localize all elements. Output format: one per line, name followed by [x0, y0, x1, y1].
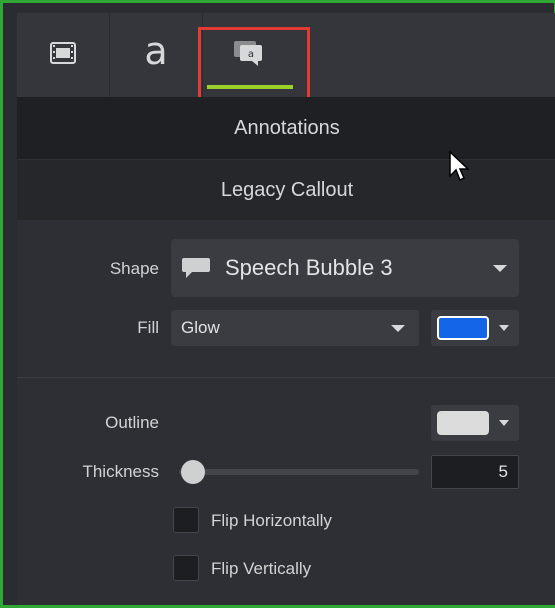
fill-color-swatch — [437, 316, 489, 340]
fill-dropdown[interactable]: Glow — [171, 310, 419, 346]
outline-label: Outline — [105, 413, 159, 432]
shape-dropdown[interactable]: Speech Bubble 3 — [171, 239, 519, 297]
speech-bubble-icon: a — [232, 39, 266, 72]
tab-bar: a a — [17, 13, 555, 97]
letter-a-icon: a — [144, 29, 168, 73]
fill-label: Fill — [137, 318, 159, 337]
shape-value: Speech Bubble 3 — [225, 255, 393, 280]
tab-callout[interactable]: a — [203, 13, 295, 97]
window-frame: a a Annotations Legacy Callout Shape Spe… — [0, 0, 555, 608]
thickness-slider-thumb[interactable] — [181, 460, 205, 484]
annotations-label: Annotations — [234, 116, 340, 139]
mouse-pointer-icon — [449, 150, 471, 188]
legacy-callout-label: Legacy Callout — [220, 178, 354, 201]
speech-bubble-shape-icon — [181, 257, 211, 279]
tab-media[interactable] — [17, 13, 110, 97]
section-divider — [17, 377, 555, 378]
outline-color-button[interactable] — [431, 405, 519, 441]
chevron-down-icon — [499, 325, 509, 331]
flip-vertically-checkbox[interactable] — [173, 555, 199, 581]
tab-text[interactable]: a — [110, 13, 203, 97]
flip-horizontally-label[interactable]: Flip Horizontally — [211, 511, 332, 531]
outline-color-swatch — [437, 411, 489, 435]
chevron-down-icon — [493, 265, 507, 272]
selected-tab-indicator — [207, 85, 293, 89]
thickness-input[interactable]: 5 — [431, 455, 519, 489]
svg-text:a: a — [248, 49, 254, 60]
shape-label: Shape — [109, 259, 159, 278]
legacy-callout-header[interactable]: Legacy Callout — [17, 159, 555, 220]
fill-color-button[interactable] — [431, 310, 519, 346]
annotations-header[interactable]: Annotations — [17, 97, 555, 159]
flip-horizontally-checkbox[interactable] — [173, 507, 199, 533]
fill-value: Glow — [181, 318, 220, 337]
properties-panel: a a Annotations Legacy Callout Shape Spe… — [17, 13, 555, 605]
film-strip-icon — [50, 41, 76, 69]
thickness-slider-track[interactable] — [179, 469, 419, 475]
thickness-label: Thickness — [82, 462, 159, 481]
chevron-down-icon — [499, 420, 509, 426]
flip-vertically-label[interactable]: Flip Vertically — [211, 559, 311, 579]
chevron-down-icon — [391, 325, 405, 332]
